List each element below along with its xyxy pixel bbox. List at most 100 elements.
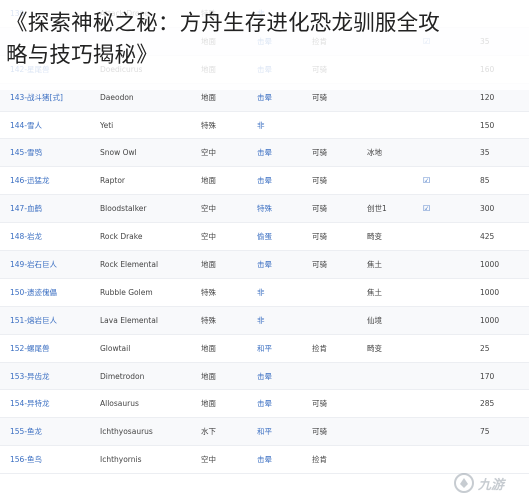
cell-type: 地面 xyxy=(191,362,247,391)
cell-english-name: Ichthyosaurus xyxy=(90,417,191,447)
table-row: 150-遗迹傀儡 Rubble Golem 特殊非 焦土 1000 xyxy=(0,278,529,307)
cell-english-name: Lava Elemental xyxy=(90,306,191,335)
cell-tame-method[interactable]: 击晕 xyxy=(247,166,302,196)
cell-map xyxy=(357,166,413,196)
cell-level: 1000 xyxy=(470,278,529,307)
cell-map: 焦土 xyxy=(357,278,413,307)
table-row: 152-螺尾兽 Glowtail 地面 和平 捡肯 畸变 25 xyxy=(0,334,529,363)
cell-rideable: 捡肯 xyxy=(302,334,357,363)
cell-map: 仙境 xyxy=(357,306,413,335)
cell-id[interactable]: 153-异齿龙 xyxy=(0,362,90,391)
page-title-line-1: 《探索神秘之秘：方舟生存进化恐龙驯服全攻 xyxy=(6,11,441,36)
cell-id[interactable]: 144-雪人 xyxy=(0,111,90,140)
table-row: 155-鱼龙 Ichthyosaurus 水下 和平 可骑 75 xyxy=(0,417,529,447)
cell-checkbox[interactable] xyxy=(413,278,470,307)
cell-map xyxy=(357,445,413,475)
cell-checkbox[interactable] xyxy=(413,250,470,279)
title-overlay: 《探索神秘之秘：方舟生存进化恐龙驯服全攻 略与技巧揭秘》 xyxy=(0,0,529,90)
cell-map xyxy=(357,417,413,447)
watermark-text: 九游 xyxy=(478,477,505,493)
cell-map xyxy=(357,362,413,391)
cell-map: 冰地 xyxy=(357,138,413,168)
table-row: 148-岩龙 Rock Drake 空中 偷蛋 可骑 畸变 425 xyxy=(0,222,529,252)
cell-english-name: Rock Drake xyxy=(90,222,191,252)
table-row: 146-迅猛龙 Raptor 地面 击晕 可骑 ☑ 85 xyxy=(0,166,529,196)
cell-rideable: 可骑 xyxy=(302,389,357,419)
cell-checkbox[interactable] xyxy=(413,362,470,391)
cell-checkbox[interactable] xyxy=(413,222,470,252)
cell-map: 畸变 xyxy=(357,334,413,363)
cell-id[interactable]: 152-螺尾兽 xyxy=(0,334,90,363)
cell-type: 特殊 xyxy=(191,278,247,307)
cell-type: 地面 xyxy=(191,250,247,279)
cell-type: 特殊 xyxy=(191,111,247,140)
cell-checkbox[interactable] xyxy=(413,138,470,168)
cell-rideable: 可骑 xyxy=(302,166,357,196)
page-title-line-2: 略与技巧揭秘》 xyxy=(6,43,158,68)
cell-id[interactable]: 145-雪鸮 xyxy=(0,138,90,168)
cell-id[interactable]: 154-异特龙 xyxy=(0,389,90,419)
cell-english-name: Rock Elemental xyxy=(90,250,191,279)
cell-checkbox[interactable] xyxy=(413,334,470,363)
cell-map: 创世1 xyxy=(357,194,413,224)
cell-id[interactable]: 147-血鹤 xyxy=(0,194,90,224)
cell-level: 150 xyxy=(470,111,529,140)
cell-rideable: 可骑 xyxy=(302,194,357,224)
cell-type: 水下 xyxy=(191,417,247,447)
cell-id[interactable]: 146-迅猛龙 xyxy=(0,166,90,196)
cell-english-name: Yeti xyxy=(90,111,191,140)
cell-checkbox[interactable] xyxy=(413,389,470,419)
table-row: 154-异特龙 Allosaurus 地面 击晕 可骑 285 xyxy=(0,389,529,419)
cell-level: 285 xyxy=(470,389,529,419)
cell-type: 空中 xyxy=(191,222,247,252)
cell-map xyxy=(357,389,413,419)
table-row: 153-异齿龙 Dimetrodon 地面 击晕 170 xyxy=(0,362,529,391)
cell-rideable: 捡肯 xyxy=(302,445,357,475)
cell-rideable xyxy=(302,278,357,307)
cell-id[interactable]: 151-熔岩巨人 xyxy=(0,306,90,335)
cell-english-name: Bloodstalker xyxy=(90,194,191,224)
cell-checkbox[interactable]: ☑ xyxy=(413,166,470,196)
cell-level: 170 xyxy=(470,362,529,391)
table-row: 151-熔岩巨人 Lava Elemental 特殊非 仙境 1000 xyxy=(0,306,529,335)
cell-type: 空中 xyxy=(191,138,247,168)
cell-tame-method[interactable]: 非 xyxy=(247,278,302,307)
cell-id[interactable]: 148-岩龙 xyxy=(0,222,90,252)
cell-rideable: 可骑 xyxy=(302,417,357,447)
cell-checkbox[interactable] xyxy=(413,111,470,140)
cell-tame-method[interactable]: 击晕 xyxy=(247,445,302,475)
cell-level: 25 xyxy=(470,334,529,363)
cell-level: 300 xyxy=(470,194,529,224)
cell-id[interactable]: 150-遗迹傀儡 xyxy=(0,278,90,307)
table-row: 145-雪鸮 Snow Owl 空中 击晕 可骑 冰地 35 xyxy=(0,138,529,168)
cell-checkbox[interactable] xyxy=(413,306,470,335)
cell-tame-method[interactable]: 击晕 xyxy=(247,389,302,419)
cell-checkbox[interactable] xyxy=(413,417,470,447)
cell-id[interactable]: 155-鱼龙 xyxy=(0,417,90,447)
cell-checkbox[interactable]: ☑ xyxy=(413,194,470,224)
cell-tame-method[interactable]: 非 xyxy=(247,306,302,335)
cell-tame-method[interactable]: 击晕 xyxy=(247,138,302,168)
cell-tame-method[interactable]: 和平 xyxy=(247,417,302,447)
cell-rideable xyxy=(302,306,357,335)
cell-tame-method[interactable]: 特殊 xyxy=(247,194,302,224)
cell-level: 425 xyxy=(470,222,529,252)
cell-type: 地面 xyxy=(191,334,247,363)
cell-english-name: Glowtail xyxy=(90,334,191,363)
cell-type: 空中 xyxy=(191,194,247,224)
cell-level: 75 xyxy=(470,417,529,447)
table-row: 144-雪人 Yeti 特殊非 150 xyxy=(0,111,529,140)
cell-tame-method[interactable]: 偷蛋 xyxy=(247,222,302,252)
cell-level: 35 xyxy=(470,138,529,168)
cell-id[interactable]: 149-岩石巨人 xyxy=(0,250,90,279)
cell-rideable: 可骑 xyxy=(302,222,357,252)
cell-rideable xyxy=(302,111,357,140)
cell-tame-method[interactable]: 击晕 xyxy=(247,250,302,279)
cell-tame-method[interactable]: 和平 xyxy=(247,334,302,363)
cell-tame-method[interactable]: 击晕 xyxy=(247,362,302,391)
cell-id[interactable]: 156-鱼鸟 xyxy=(0,445,90,475)
cell-tame-method[interactable]: 非 xyxy=(247,111,302,140)
cell-type: 空中 xyxy=(191,445,247,475)
table-row: 156-鱼鸟 Ichthyornis 空中 击晕 捡肯 xyxy=(0,445,529,475)
cell-level: 85 xyxy=(470,166,529,196)
